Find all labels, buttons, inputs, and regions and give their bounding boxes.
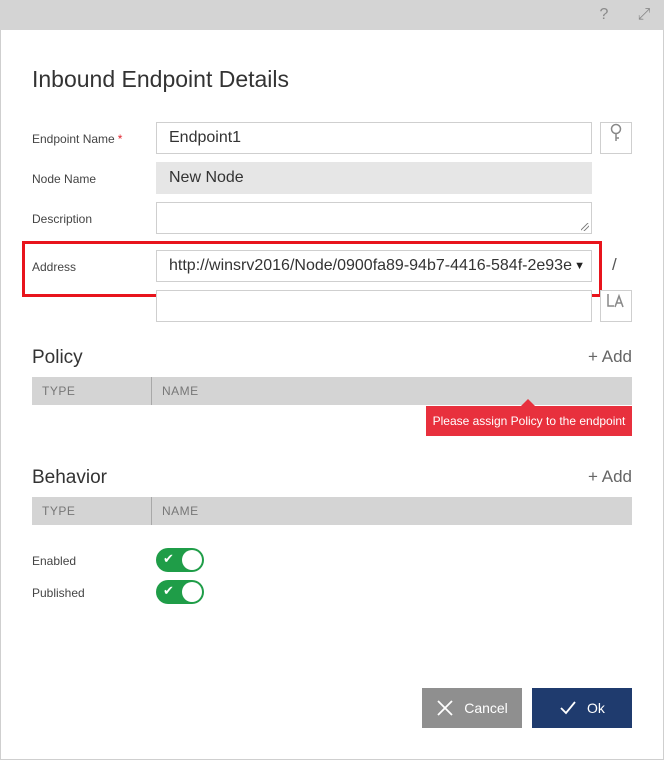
behavior-add-button[interactable]: + Add [588, 467, 632, 487]
policy-col-name[interactable]: NAME [162, 384, 199, 398]
help-icon[interactable]: ? [594, 5, 614, 25]
description-textarea[interactable] [156, 202, 592, 234]
window-titlebar: ? ⤢ [0, 0, 664, 30]
ok-button[interactable]: Ok [532, 688, 632, 728]
key-button[interactable] [600, 122, 632, 154]
address-suffix-input[interactable] [156, 290, 592, 322]
behavior-section-title: Behavior [32, 467, 107, 488]
node-name-field: New Node [156, 162, 592, 194]
cancel-button[interactable]: Cancel [422, 688, 522, 728]
policy-add-button[interactable]: + Add [588, 347, 632, 367]
toggle-knob [182, 582, 202, 602]
column-divider [151, 497, 152, 525]
dialog-title: Inbound Endpoint Details [32, 66, 290, 92]
dropdown-arrow-icon[interactable]: ▼ [574, 251, 585, 281]
check-icon: ✔ [163, 551, 174, 566]
behavior-table-header: TYPE NAME [32, 497, 632, 525]
enabled-toggle[interactable]: ✔ [156, 548, 204, 572]
endpoint-name-value: Endpoint1 [169, 129, 242, 146]
column-divider [151, 377, 152, 405]
enabled-label: Enabled [32, 554, 77, 568]
node-name-value: New Node [169, 169, 244, 186]
expand-icon[interactable]: ⤢ [634, 5, 654, 25]
cancel-label: Cancel [464, 700, 508, 716]
description-label: Description [32, 212, 93, 226]
ok-label: Ok [587, 700, 605, 716]
endpoint-name-label: Endpoint Name * [32, 132, 122, 146]
address-label: Address [32, 260, 77, 274]
text-format-icon [607, 293, 624, 308]
required-marker: * [117, 132, 123, 146]
policy-error-tooltip: Please assign Policy to the endpoint [426, 399, 632, 436]
close-icon [437, 700, 453, 716]
spellcheck-button[interactable] [600, 290, 632, 322]
address-select[interactable]: http://winsrv2016/Node/0900fa89-94b7-441… [156, 250, 592, 282]
toggle-knob [182, 550, 202, 570]
check-icon: ✔ [163, 583, 174, 598]
checkmark-icon [560, 701, 576, 715]
node-name-label: Node Name [32, 172, 97, 186]
behavior-col-type[interactable]: TYPE [42, 504, 75, 518]
endpoint-name-input[interactable]: Endpoint1 [156, 122, 592, 154]
policy-col-type[interactable]: TYPE [42, 384, 75, 398]
endpoint-name-label-text: Endpoint Name [32, 132, 115, 146]
address-separator: / [612, 255, 617, 274]
published-label: Published [32, 586, 85, 600]
resize-grip-icon[interactable] [581, 223, 589, 231]
policy-section-title: Policy [32, 347, 83, 368]
policy-table-header: TYPE NAME [32, 377, 632, 405]
published-toggle[interactable]: ✔ [156, 580, 204, 604]
key-icon [610, 123, 622, 141]
address-value: http://winsrv2016/Node/0900fa89-94b7-441… [169, 257, 572, 274]
behavior-col-name[interactable]: NAME [162, 504, 199, 518]
